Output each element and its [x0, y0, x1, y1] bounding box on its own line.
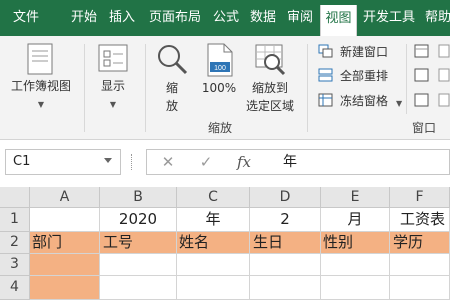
zoom-100-icon[interactable]: 100: [204, 42, 236, 78]
cell-d3[interactable]: [250, 254, 321, 276]
cell-e3[interactable]: [321, 254, 390, 276]
chevron-down-icon: ▼: [37, 100, 45, 109]
cell-a4[interactable]: [30, 276, 100, 300]
cell-b3[interactable]: [100, 254, 177, 276]
arrange-all-icon: [318, 68, 333, 82]
side-by-side-icon[interactable]: [438, 44, 450, 58]
select-all-corner[interactable]: [0, 187, 30, 208]
row-header[interactable]: 4: [0, 276, 30, 300]
cell-f2[interactable]: 学历: [390, 232, 450, 254]
zoom-to-selection-label-2: 选定区域: [245, 99, 294, 113]
workbook-views-icon[interactable]: [22, 42, 60, 76]
column-header[interactable]: A: [30, 187, 100, 208]
zoom-group-label: 缩放: [208, 121, 233, 135]
window-group-label: 窗口: [412, 121, 437, 135]
zoom-button[interactable]: 缩: [162, 79, 182, 97]
tab-formulas[interactable]: 公式: [208, 0, 244, 36]
ribbon-tab-bar: 文件 开始 插入 页面布局 公式 数据 审阅 视图 开发工具 帮助: [0, 0, 450, 36]
cell-e1[interactable]: 月: [321, 208, 390, 232]
cell-d4[interactable]: [250, 276, 321, 300]
workbook-views-button[interactable]: 工作簿视图: [6, 77, 76, 95]
column-header[interactable]: C: [177, 187, 250, 208]
cell-f3[interactable]: [390, 254, 450, 276]
cell-a3[interactable]: [30, 254, 100, 276]
tab-page-layout[interactable]: 页面布局: [144, 0, 206, 36]
group-divider: [145, 44, 146, 132]
cancel-icon[interactable]: ✕: [158, 149, 178, 175]
cell-e2[interactable]: 性别: [321, 232, 390, 254]
cell-b1[interactable]: 2020: [100, 208, 177, 232]
zoom-to-selection-icon[interactable]: [252, 42, 288, 78]
tab-developer[interactable]: 开发工具: [359, 0, 419, 36]
tab-help[interactable]: 帮助: [421, 0, 450, 36]
zoom-button-label-2: 放: [165, 99, 178, 113]
tab-review[interactable]: 审阅: [282, 0, 318, 36]
freeze-panes-icon: [318, 93, 333, 107]
cell-d2[interactable]: 生日: [250, 232, 321, 254]
tab-data[interactable]: 数据: [246, 0, 280, 36]
cell-c3[interactable]: [177, 254, 250, 276]
formula-input[interactable]: [146, 149, 450, 175]
show-icon[interactable]: [96, 42, 130, 76]
magnifier-icon[interactable]: [154, 42, 190, 78]
cell-c2[interactable]: 姓名: [177, 232, 250, 254]
zoom-100-button[interactable]: 100%: [196, 79, 242, 97]
chevron-down-icon[interactable]: [104, 158, 112, 163]
unhide-window-icon[interactable]: [414, 93, 430, 107]
cell-c4[interactable]: [177, 276, 250, 300]
row-header[interactable]: 2: [0, 232, 30, 254]
column-header[interactable]: E: [321, 187, 390, 208]
row-header[interactable]: 3: [0, 254, 30, 276]
group-divider: [84, 44, 85, 132]
cell-c1[interactable]: 年: [177, 208, 250, 232]
chevron-down-icon: ▼: [396, 99, 403, 108]
zoom-to-selection-button[interactable]: 缩放到: [240, 79, 300, 97]
chevron-down-icon: ▼: [109, 100, 117, 109]
group-divider: [307, 44, 308, 132]
enter-icon[interactable]: ✓: [196, 149, 216, 175]
show-button[interactable]: 显示: [90, 77, 136, 95]
cell-b2[interactable]: 工号: [100, 232, 177, 254]
arrange-all-button[interactable]: 全部重排: [340, 68, 388, 84]
tab-view[interactable]: 视图: [320, 5, 357, 36]
cell-b4[interactable]: [100, 276, 177, 300]
freeze-panes-button[interactable]: 冻结窗格: [340, 93, 388, 109]
tab-file[interactable]: 文件: [6, 0, 46, 36]
tab-insert[interactable]: 插入: [104, 0, 140, 36]
row-header[interactable]: 1: [0, 208, 30, 232]
column-header[interactable]: B: [100, 187, 177, 208]
split-icon[interactable]: [414, 44, 430, 58]
cell-f4[interactable]: [390, 276, 450, 300]
sync-scroll-icon[interactable]: [438, 68, 450, 82]
column-header[interactable]: F: [390, 187, 450, 208]
svg-text:100: 100: [214, 65, 226, 72]
formula-bar-grip[interactable]: [131, 154, 133, 170]
cell-e4[interactable]: [321, 276, 390, 300]
new-window-button[interactable]: 新建窗口: [340, 44, 388, 60]
tab-home[interactable]: 开始: [66, 0, 102, 36]
reset-position-icon[interactable]: [438, 93, 450, 107]
column-header[interactable]: D: [250, 187, 321, 208]
cell-f1[interactable]: 工资表: [390, 208, 450, 232]
cell-a1[interactable]: [30, 208, 100, 232]
group-divider: [406, 44, 407, 114]
cell-a2[interactable]: 部门: [30, 232, 100, 254]
cell-d1[interactable]: 2: [250, 208, 321, 232]
hide-window-icon[interactable]: [414, 68, 430, 82]
new-window-icon: [318, 44, 333, 58]
formula-value[interactable]: 年: [283, 150, 297, 174]
insert-function-icon[interactable]: fx: [232, 149, 256, 175]
